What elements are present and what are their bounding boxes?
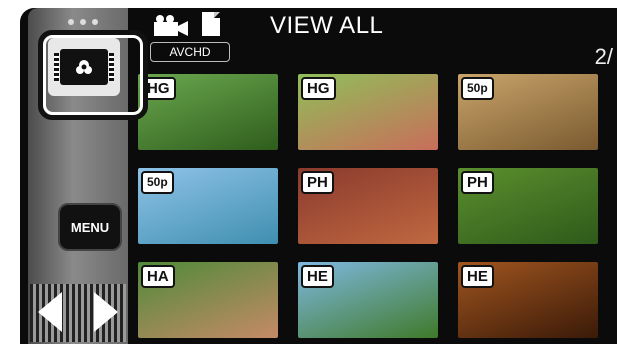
thumbnail[interactable]: HE	[298, 262, 438, 338]
thumbnail[interactable]: HA	[138, 262, 278, 338]
view-all-label: VIEW ALL	[270, 12, 384, 39]
page-arrows	[30, 284, 126, 342]
menu-button[interactable]: MENU	[58, 203, 122, 251]
thumbnail[interactable]: HG	[298, 74, 438, 150]
recording-mode-badge: HG	[301, 77, 336, 100]
recording-mode-badge: 50p	[141, 171, 174, 194]
recording-mode-badge: HE	[301, 265, 334, 288]
thumbnail[interactable]: 50p	[138, 168, 278, 244]
strip-dots	[68, 12, 108, 25]
thumbnail[interactable]: HE	[458, 262, 598, 338]
recording-mode-badge: 50p	[461, 77, 494, 100]
recording-mode-badge: HE	[461, 265, 494, 288]
recording-mode-badge: PH	[461, 171, 494, 194]
photo-icon[interactable]	[202, 12, 220, 36]
camera-screen: MENU VIEW ALL AVCHD 2/ HG HG 50p 50p PH PH HA H…	[20, 8, 617, 344]
right-arrow-icon[interactable]	[94, 292, 118, 332]
recording-mode-badge: PH	[301, 171, 334, 194]
page-indicator: 2/	[594, 44, 613, 69]
mode-highlight-inner	[43, 35, 143, 115]
header: VIEW ALL AVCHD 2/	[150, 8, 617, 69]
format-badge: AVCHD	[150, 42, 230, 62]
thumbnail[interactable]: HG	[138, 74, 278, 150]
left-arrow-icon[interactable]	[38, 292, 62, 332]
recording-mode-badge: HA	[141, 265, 175, 288]
thumbnail[interactable]: PH	[458, 168, 598, 244]
thumbnail[interactable]: PH	[298, 168, 438, 244]
thumbnail[interactable]: 50p	[458, 74, 598, 150]
video-camera-icon[interactable]	[152, 14, 192, 36]
